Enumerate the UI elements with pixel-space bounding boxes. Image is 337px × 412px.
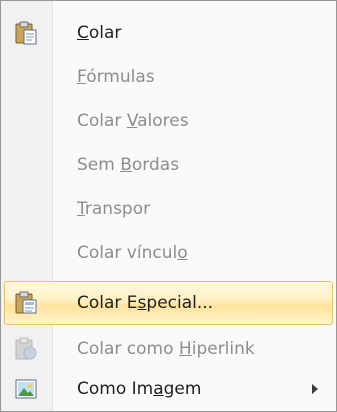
menu-item-label: Colar Valores	[77, 111, 189, 131]
menu-item-formulas[interactable]: Fórmulas	[4, 55, 333, 99]
paste-hyperlink-icon	[13, 336, 39, 362]
menu-item-label: Colar Especial...	[77, 293, 214, 313]
menu-item-label: Fórmulas	[77, 67, 155, 87]
menu-item-label: Como Imagem	[77, 379, 202, 399]
context-menu: Colar Fórmulas Colar Valores Sem Bordas …	[0, 0, 337, 412]
submenu-arrow-icon	[312, 384, 318, 394]
menu-item-colar-vinculo[interactable]: Colar vínculo	[4, 231, 333, 275]
menu-item-colar-valores[interactable]: Colar Valores	[4, 99, 333, 143]
menu-item-colar-como-hiperlink[interactable]: Colar como Hiperlink	[4, 327, 333, 371]
menu-item-label: Colar	[77, 23, 122, 43]
paste-special-icon	[13, 290, 39, 316]
menu-item-transpor[interactable]: Transpor	[4, 187, 333, 231]
paste-icon	[13, 20, 39, 46]
picture-icon	[13, 376, 39, 402]
menu-item-label: Sem Bordas	[77, 155, 180, 175]
menu-item-colar-especial[interactable]: Colar Especial...	[4, 281, 333, 325]
menu-item-label: Transpor	[77, 199, 151, 219]
menu-item-colar[interactable]: Colar	[4, 11, 333, 55]
menu-item-label: Colar como Hiperlink	[77, 339, 255, 359]
menu-item-label: Colar vínculo	[77, 243, 188, 263]
menu-item-como-imagem[interactable]: Como Imagem	[4, 367, 333, 411]
menu-item-sem-bordas[interactable]: Sem Bordas	[4, 143, 333, 187]
